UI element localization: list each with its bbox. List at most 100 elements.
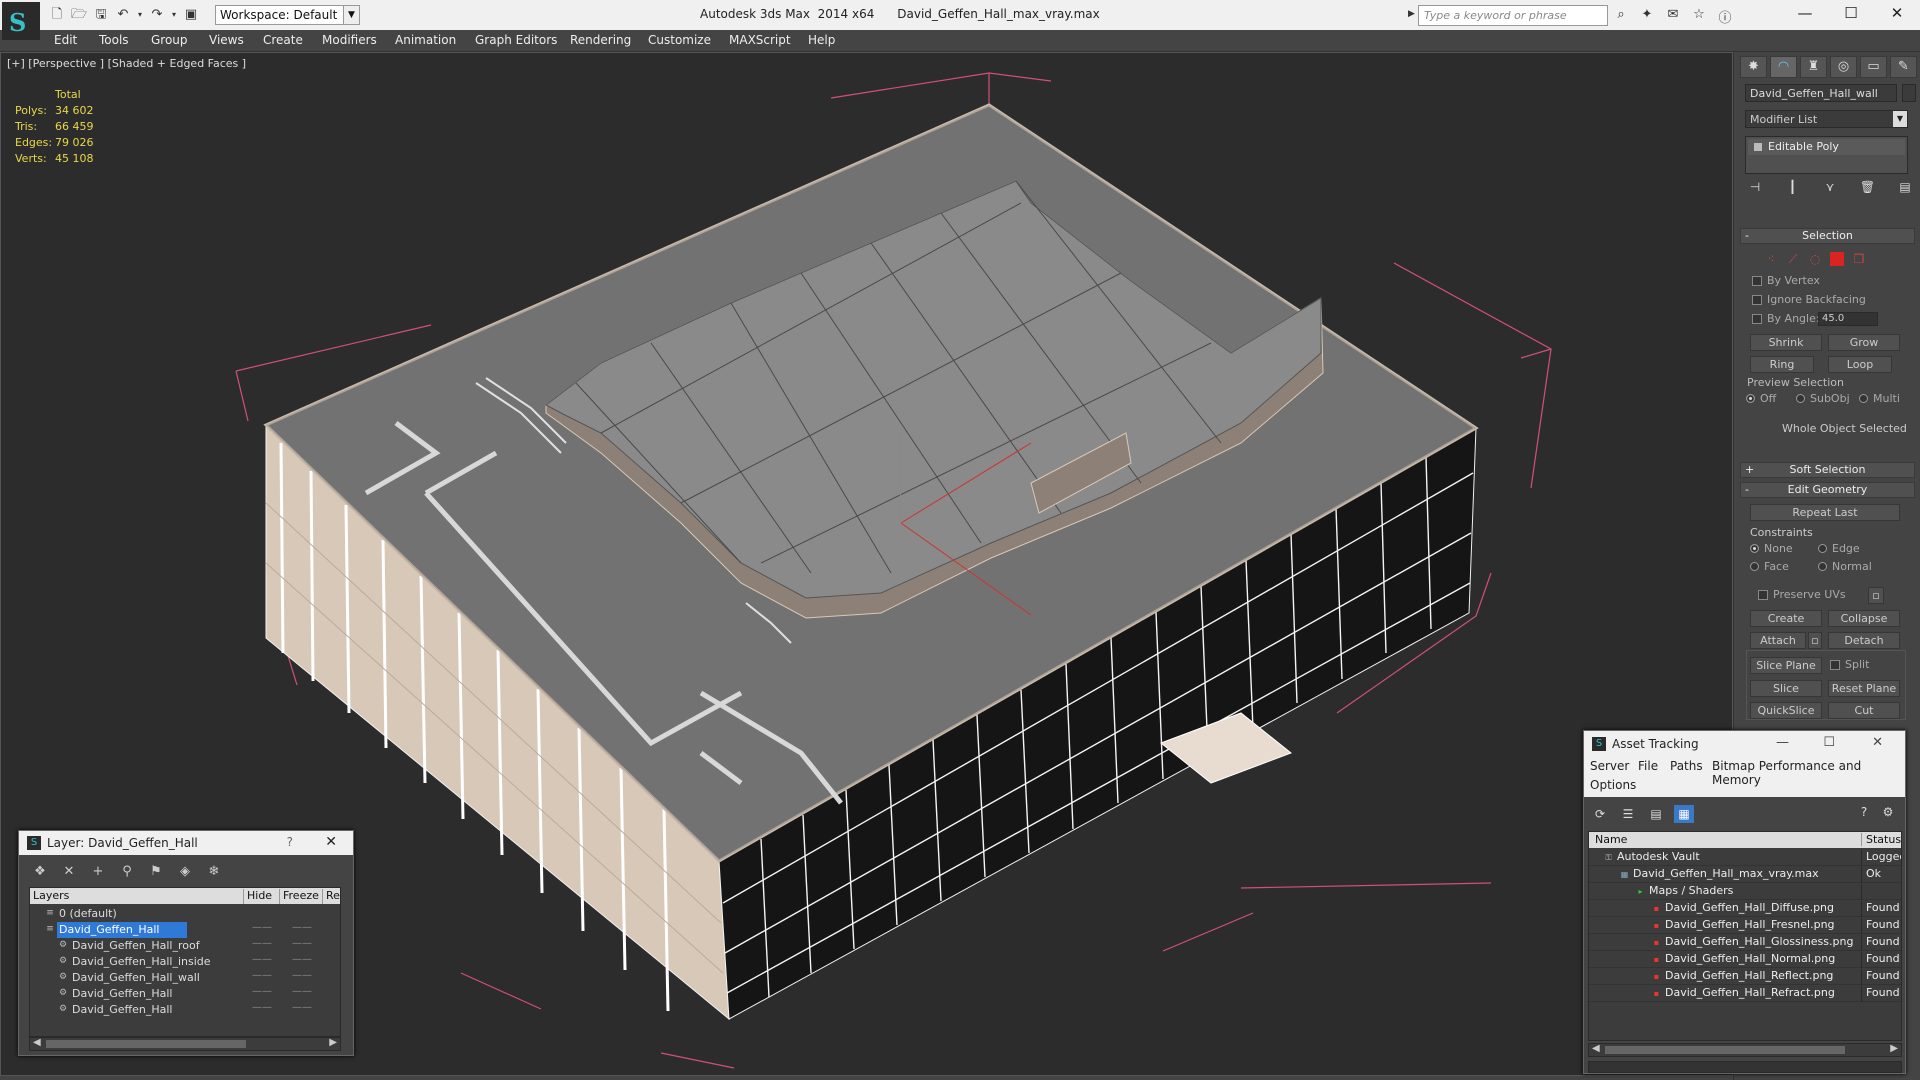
object-color-swatch[interactable] [1902, 84, 1916, 102]
settings-icon[interactable]: ⚙ [1879, 805, 1897, 823]
favorites-star-icon[interactable]: ☆ [1690, 7, 1708, 25]
add-to-layer-icon[interactable]: + [89, 863, 107, 881]
menu-options[interactable]: Options [1590, 778, 1636, 792]
constraint-none-radio[interactable]: None [1750, 542, 1793, 555]
close-icon[interactable]: ✕ [325, 834, 337, 850]
list-view-icon[interactable]: ☰ [1618, 805, 1638, 823]
minimize-button[interactable]: — [1782, 0, 1828, 28]
layer-row[interactable]: ≡ David_Geffen_Hall —— —— [30, 922, 340, 938]
ignore-backfacing-checkbox[interactable]: Ignore Backfacing [1752, 293, 1866, 306]
soft-selection-rollout-header[interactable]: + Soft Selection [1740, 462, 1915, 478]
menu-create[interactable]: Create [263, 33, 303, 47]
asset-row[interactable]: ▪ David_Geffen_Hall_Diffuse.png Found [1589, 900, 1901, 917]
subscription-icon[interactable]: ✦ [1638, 7, 1656, 25]
asset-row[interactable]: ▦ David_Geffen_Hall_max_vray.max Ok [1589, 866, 1901, 883]
undo-icon[interactable]: ↶ [114, 6, 132, 24]
layer-row[interactable]: ≡ 0 (default) [30, 906, 340, 922]
scroll-left-icon[interactable]: ◀ [33, 1037, 41, 1048]
menu-bitmap-performance[interactable]: Bitmap Performance and Memory [1712, 759, 1905, 787]
menu-rendering[interactable]: Rendering [570, 33, 631, 47]
layer-horizontal-scrollbar[interactable]: ◀ ▶ [29, 1037, 341, 1051]
constraint-normal-radio[interactable]: Normal [1818, 560, 1872, 573]
col-freeze[interactable]: Freeze [279, 889, 319, 904]
menu-customize[interactable]: Customize [648, 33, 711, 47]
chevron-down-icon[interactable]: ▼ [1893, 111, 1907, 127]
redo-icon[interactable]: ↷ [148, 6, 166, 24]
menu-graph-editors[interactable]: Graph Editors [475, 33, 557, 47]
cut-button[interactable]: Cut [1828, 702, 1900, 719]
grow-button[interactable]: Grow [1828, 334, 1900, 351]
split-checkbox[interactable]: Split [1830, 658, 1869, 671]
layer-row[interactable]: ⚙ David_Geffen_Hall_inside —— —— [30, 954, 340, 970]
workspace-select[interactable]: Workspace: Default ▼ [215, 5, 360, 25]
create-button[interactable]: Create [1750, 610, 1822, 627]
asset-row[interactable]: ▪ David_Geffen_Hall_Fresnel.png Found [1589, 917, 1901, 934]
shrink-button[interactable]: Shrink [1750, 334, 1822, 351]
edit-geometry-rollout-header[interactable]: - Edit Geometry [1740, 482, 1915, 498]
ring-button[interactable]: Ring [1750, 356, 1814, 373]
menu-help[interactable]: Help [808, 33, 835, 47]
highlight-layer-icon[interactable]: ⚑ [147, 863, 165, 881]
attach-button[interactable]: Attach [1750, 632, 1806, 649]
slice-plane-button[interactable]: Slice Plane [1750, 657, 1822, 674]
detach-button[interactable]: Detach [1828, 632, 1900, 649]
create-tab-icon[interactable]: ✸ [1740, 56, 1767, 78]
border-icon[interactable]: ◌ [1808, 252, 1822, 266]
element-icon[interactable]: ❒ [1852, 252, 1866, 266]
help-button[interactable]: ? [287, 835, 293, 849]
new-file-icon[interactable]: 🗋 [48, 6, 66, 24]
open-file-icon[interactable]: 🗁 [70, 6, 88, 24]
menu-paths[interactable]: Paths [1670, 759, 1703, 773]
project-folder-icon[interactable]: ▣ [182, 6, 200, 24]
hide-toggle[interactable]: —— [252, 938, 272, 949]
hierarchy-tab-icon[interactable]: ♜ [1800, 56, 1827, 78]
save-file-icon[interactable]: 🖫 [92, 6, 110, 24]
delete-layer-icon[interactable]: ✕ [60, 863, 78, 881]
create-layer-icon[interactable]: ❖ [31, 863, 49, 881]
col-render[interactable]: Ren [322, 889, 340, 904]
maximize-button[interactable]: ☐ [1823, 735, 1835, 750]
freeze-toggle[interactable]: —— [292, 1002, 312, 1013]
menu-maxscript[interactable]: MAXScript [729, 33, 791, 47]
configure-modifier-sets-icon[interactable]: ▤ [1895, 180, 1915, 198]
table-view-icon[interactable]: ▤ [1646, 805, 1666, 823]
help-icon[interactable]: ? [1855, 805, 1873, 823]
scroll-thumb[interactable] [46, 1040, 246, 1048]
display-tab-icon[interactable]: ▭ [1860, 56, 1887, 78]
search-input[interactable]: Type a keyword or phrase [1418, 5, 1608, 26]
col-hide[interactable]: Hide [243, 889, 272, 904]
hide-toggle[interactable]: —— [252, 954, 272, 965]
motion-tab-icon[interactable]: ◎ [1830, 56, 1857, 78]
menu-tools[interactable]: Tools [99, 33, 129, 47]
app-logo-button[interactable]: S [2, 2, 40, 40]
modify-tab-icon[interactable]: ◠ [1770, 56, 1797, 78]
close-button[interactable]: ✕ [1872, 735, 1883, 750]
binoculars-icon[interactable]: ⌕ [1612, 7, 1630, 25]
constraint-edge-radio[interactable]: Edge [1818, 542, 1860, 555]
slice-button[interactable]: Slice [1750, 680, 1822, 697]
asset-row[interactable]: ▪ David_Geffen_Hall_Reflect.png Found [1589, 968, 1901, 985]
preview-off-radio[interactable]: Off [1746, 392, 1776, 405]
hide-all-icon[interactable]: ◈ [176, 863, 194, 881]
layer-row[interactable]: ⚙ David_Geffen_Hall —— —— [30, 1002, 340, 1018]
collapse-button[interactable]: Collapse [1828, 610, 1900, 627]
selection-rollout-header[interactable]: - Selection [1740, 228, 1915, 244]
col-status[interactable]: Status [1861, 833, 1901, 846]
loop-button[interactable]: Loop [1828, 356, 1892, 373]
freeze-toggle[interactable]: —— [292, 922, 312, 933]
show-end-result-icon[interactable]: ┃ [1783, 180, 1803, 198]
maximize-button[interactable]: ☐ [1828, 0, 1874, 28]
object-name-field[interactable]: David_Geffen_Hall_wall [1745, 84, 1897, 102]
grid-view-icon[interactable]: ▦ [1674, 805, 1694, 823]
close-button[interactable]: ✕ [1874, 0, 1920, 28]
layer-row[interactable]: ⚙ David_Geffen_Hall —— —— [30, 986, 340, 1002]
menu-edit[interactable]: Edit [54, 33, 77, 47]
attach-list-button[interactable]: ▫ [1808, 632, 1822, 649]
col-name[interactable]: Name [1591, 833, 1627, 846]
make-unique-icon[interactable]: ⋎ [1820, 180, 1840, 198]
refresh-icon[interactable]: ⟳ [1590, 805, 1610, 823]
preview-subobj-radio[interactable]: SubObj [1796, 392, 1850, 405]
menu-server[interactable]: Server [1590, 759, 1629, 773]
repeat-last-button[interactable]: Repeat Last [1750, 504, 1900, 521]
chevron-down-icon[interactable]: ▼ [343, 6, 359, 24]
